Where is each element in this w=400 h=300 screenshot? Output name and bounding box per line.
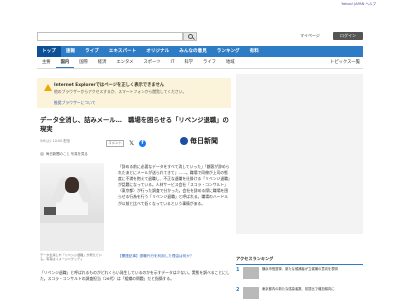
photo-caption: データ全消しや「リベンジ退職」が増えている。写真はイメージ＝ゲッティ — [40, 253, 102, 262]
nav-tab-top[interactable]: トップ — [37, 46, 61, 57]
ranking-number: 2 — [236, 287, 240, 293]
top-bar: Yahoo! JAPAN ヘルプ — [0, 0, 400, 10]
recommended-browser-link[interactable]: 推奨ブラウザーについて — [54, 100, 96, 106]
subnav-item-region[interactable]: 地域 — [221, 58, 240, 68]
ranking-text: 横浜市長選挙、新たな候補者が立候補の意向を表明 — [262, 267, 338, 271]
subnav-item-economy[interactable]: 経済 — [93, 58, 112, 68]
ranking-item[interactable]: 1 横浜市長選挙、新たな候補者が立候補の意向を表明 — [236, 267, 363, 285]
publisher-name: 毎日新聞 — [190, 136, 218, 145]
ranking-text: 東京都内の新たな感染者数、前週比で増加傾向に — [262, 287, 335, 291]
top-links[interactable]: Yahoo! JAPAN ヘルプ — [341, 2, 376, 7]
nav-tab-paid[interactable]: 有料 — [245, 46, 264, 57]
nav-tab-opinions[interactable]: みんなの意見 — [174, 46, 212, 57]
login-button[interactable]: ログイン — [333, 32, 363, 40]
subnav-item-entertainment[interactable]: エンタメ — [111, 58, 138, 68]
warning-icon — [44, 84, 52, 91]
article-body: 「辞める前に必要なデータをすべて消していった」「顧客が辞められたあとにメールが送… — [118, 164, 230, 206]
comments-button[interactable]: コメント — [106, 140, 124, 147]
subnav-item-international[interactable]: 国際 — [74, 58, 93, 68]
ranking-number: 1 — [236, 267, 240, 273]
subnav-item-it[interactable]: IT — [166, 58, 180, 68]
share-buttons: コメント 𝕏 f — [106, 140, 146, 147]
page: Yahoo! JAPAN ヘルプ マイページ ログイン トップ 速報 ライブ エ… — [0, 0, 400, 300]
subnav-item-science[interactable]: 科学 — [179, 58, 198, 68]
nav-tab-expert[interactable]: エキスパート — [104, 46, 141, 57]
sub-nav: 主要 国内 国際 経済 エンタメ スポーツ IT 科学 ライフ 地域 トピックス… — [37, 58, 363, 69]
warning-title: Internet Explorerではページを正しく表示できません — [54, 83, 165, 88]
topics-list-link[interactable]: トピックス一覧 — [330, 58, 363, 68]
article-photo[interactable] — [40, 163, 104, 251]
publisher-logo-mark — [180, 137, 188, 145]
main-nav: トップ 速報 ライブ エキスパート オリジナル みんなの意見 ランキング 有料 — [37, 46, 363, 57]
nav-tab-ranking[interactable]: ランキング — [212, 46, 245, 57]
x-share-icon[interactable]: 𝕏 — [128, 140, 135, 147]
article-date: 5/6(火) 10:00 配信 — [40, 139, 71, 143]
author-text[interactable]: 毎日新聞のこと 写真を見る — [46, 151, 88, 156]
ranking-thumbnail — [243, 267, 259, 279]
search-button[interactable] — [183, 32, 197, 41]
ranking-title: アクセスランキング — [236, 256, 363, 265]
search-row: マイページ ログイン — [0, 30, 400, 44]
nav-tab-live[interactable]: ライブ — [80, 46, 104, 57]
subnav-item-domestic[interactable]: 国内 — [55, 58, 75, 68]
article-body-2: 「リベンジ退職」と呼ばれるものがどれくらい発生しているのかを示すデータは少ない。… — [40, 270, 230, 282]
ie-warning-banner: Internet Explorerではページを正しく表示できません 他のブラウザ… — [37, 78, 231, 108]
mypage-link[interactable]: マイページ — [300, 33, 320, 39]
search-input[interactable] — [37, 32, 183, 41]
avatar — [40, 152, 44, 156]
article-headline: データ全消し、詰みメール… 職場を困らせる「リベンジ退職」の現実 — [40, 117, 229, 133]
nav-tab-original[interactable]: オリジナル — [141, 46, 174, 57]
nav-tab-breaking[interactable]: 速報 — [61, 46, 80, 57]
author-bar: 毎日新聞のこと 写真を見る — [40, 151, 230, 158]
ranking-thumbnail — [243, 287, 259, 299]
subnav-item-main[interactable]: 主要 — [37, 58, 56, 68]
related-article-link[interactable]: 【関連記事】退職代行を利用した理由は何か？ — [118, 254, 230, 259]
subnav-item-sports[interactable]: スポーツ — [138, 58, 165, 68]
access-ranking: アクセスランキング 1 横浜市長選挙、新たな候補者が立候補の意向を表明 2 東京… — [236, 256, 363, 300]
sidebar-ad-area — [236, 74, 363, 234]
ranking-item[interactable]: 2 東京都内の新たな感染者数、前週比で増加傾向に — [236, 287, 363, 300]
warning-text: 他のブラウザーからアクセスするか、スマートフォンから閲覧してください。 — [54, 89, 187, 94]
facebook-share-icon[interactable]: f — [139, 140, 146, 147]
subnav-item-life[interactable]: ライフ — [198, 58, 221, 68]
